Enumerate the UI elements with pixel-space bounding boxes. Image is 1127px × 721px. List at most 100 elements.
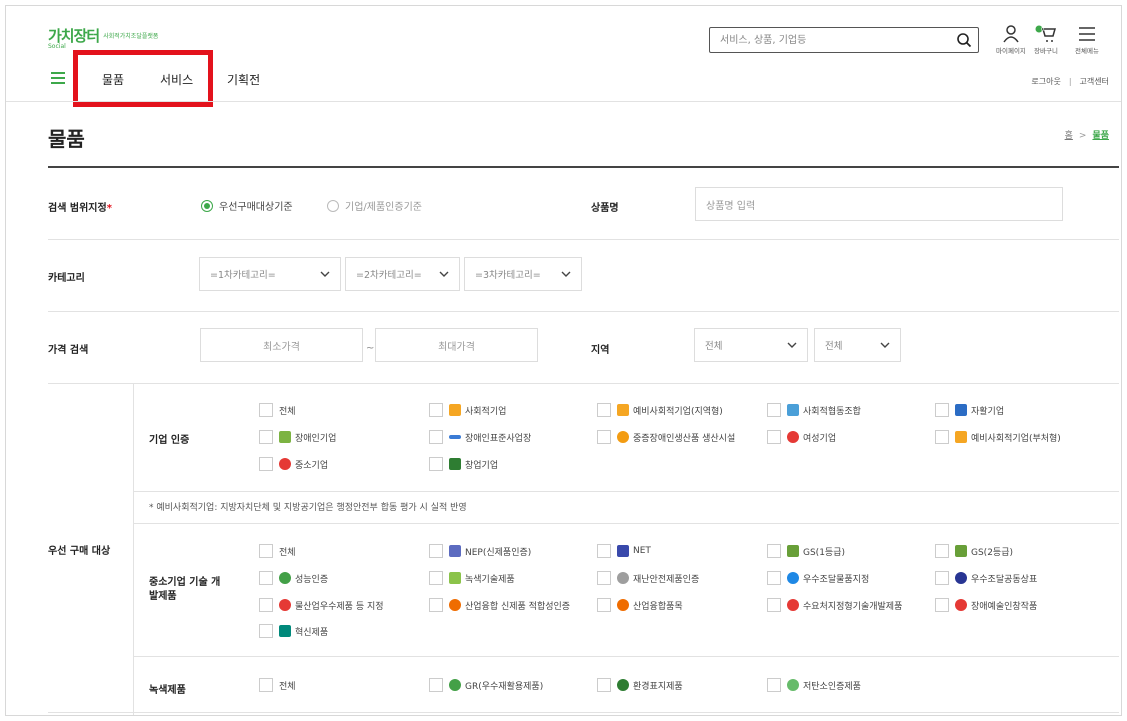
chevron-down-icon	[787, 342, 797, 348]
breadcrumb: 홈 > 물품	[1065, 128, 1109, 141]
breadcrumb-home[interactable]: 홈	[1065, 131, 1073, 141]
breadcrumb-current[interactable]: 물품	[1092, 131, 1109, 141]
select-value: =3차카테고리=	[475, 270, 541, 281]
row-divider	[48, 239, 1119, 240]
checkbox-label: 자활기업	[971, 406, 1005, 417]
row-divider	[134, 523, 1119, 524]
checkbox-box	[597, 403, 611, 417]
category-select-2[interactable]: =2차카테고리=	[345, 257, 460, 291]
region-select-1[interactable]: 전체	[694, 328, 808, 362]
scope-radio-cert[interactable]: 기업/제품인증기준	[327, 198, 422, 213]
checkbox-label: NEP(신제품인증)	[465, 547, 532, 558]
customer-center-link[interactable]: 고객센터	[1080, 77, 1109, 86]
gs-icon	[787, 545, 799, 557]
checkbox-box	[259, 403, 273, 417]
checkbox-label: 전체	[279, 681, 296, 692]
checkbox-water-industry[interactable]: 물산업우수제품 등 지정	[259, 598, 384, 612]
checkbox-eco-label[interactable]: 환경표지제품	[597, 678, 683, 692]
menu-icon	[1078, 27, 1095, 41]
priority-label: 우선 구매 대상	[48, 546, 111, 557]
checkbox-label: 전체	[279, 406, 296, 417]
gs-icon	[955, 545, 967, 557]
checkbox-box	[597, 571, 611, 585]
search-icon[interactable]	[956, 32, 972, 48]
checkbox-demand-tech[interactable]: 수요처지정형기술개발제품	[767, 598, 902, 612]
checkbox-green-tech[interactable]: 녹색기술제품	[429, 571, 515, 585]
nav-item-exhibition[interactable]: 기획전	[227, 71, 260, 88]
region-select-2[interactable]: 전체	[814, 328, 901, 362]
scope-radio-priority[interactable]: 우선구매대상기준	[201, 198, 293, 213]
checkbox-label: GS(2등급)	[971, 547, 1013, 558]
checkbox-box	[767, 598, 781, 612]
nep-icon	[449, 545, 461, 557]
cart-button[interactable]: 0 장바구니	[1034, 25, 1058, 55]
demand-tech-icon	[787, 599, 799, 611]
checkbox-industrial-convergence-cert[interactable]: 산업융합 신제품 적합성인증	[429, 598, 570, 612]
checkbox-gs2[interactable]: GS(2등급)	[935, 544, 1013, 558]
checkbox-box	[259, 678, 273, 692]
group-label-green: 녹색제품	[149, 685, 186, 696]
checkbox-box	[597, 678, 611, 692]
checkbox-nep[interactable]: NEP(신제품인증)	[429, 544, 531, 558]
checkbox-box	[935, 571, 949, 585]
region-label: 지역	[591, 345, 610, 356]
checkbox-prelim-social-regional[interactable]: 예비사회적기업(지역형)	[597, 403, 723, 417]
breadcrumb-arrow: >	[1078, 131, 1087, 141]
price-min-input[interactable]: 최소가격	[200, 328, 363, 362]
checkbox-startup[interactable]: 창업기업	[429, 457, 498, 471]
checkbox-label: 중소기업	[295, 460, 329, 471]
social-enterprise-icon	[449, 404, 461, 416]
global-search	[709, 27, 979, 53]
category-select-3[interactable]: =3차카테고리=	[464, 257, 582, 291]
checkbox-disaster-safety[interactable]: 재난안전제품인증	[597, 571, 699, 585]
product-name-label: 상품명	[591, 203, 619, 214]
checkbox-disabled-standard[interactable]: 장애인표준사업장	[429, 430, 531, 444]
excellent-procurement-icon	[787, 572, 799, 584]
checkbox-sme[interactable]: 중소기업	[259, 457, 328, 471]
checkbox-net[interactable]: NET	[597, 544, 651, 558]
radio-checked-icon	[201, 199, 213, 212]
eco-label-icon	[617, 679, 629, 691]
all-menu-button[interactable]: 전체메뉴	[1075, 25, 1099, 55]
checkbox-box	[259, 457, 273, 471]
checkbox-social-enterprise[interactable]: 사회적기업	[429, 403, 506, 417]
checkbox-label: 창업기업	[465, 460, 499, 471]
checkbox-disabled-art[interactable]: 장애예술인창작품	[935, 598, 1037, 612]
checkbox-innovation[interactable]: 혁신제품	[259, 624, 328, 638]
checkbox-severe-disabled-facility[interactable]: 중증장애인생산품 생산시설	[597, 430, 735, 444]
women-enterprise-icon	[787, 431, 799, 443]
checkbox-women-enterprise[interactable]: 여성기업	[767, 430, 836, 444]
radio-label: 우선구매대상기준	[219, 202, 293, 213]
checkbox-gr[interactable]: GR(우수재활용제품)	[429, 678, 543, 692]
checkbox-excellent-procurement[interactable]: 우수조달물품지정	[767, 571, 869, 585]
checkbox-self-support[interactable]: 자활기업	[935, 403, 1004, 417]
checkbox-company-all[interactable]: 전체	[259, 403, 296, 417]
checkbox-box	[935, 403, 949, 417]
hamburger-icon[interactable]	[51, 72, 65, 84]
category-label: 카테고리	[48, 273, 85, 284]
checkbox-box	[935, 598, 949, 612]
checkbox-performance-cert[interactable]: 성능인증	[259, 571, 328, 585]
mypage-button[interactable]: 마이페이지	[996, 25, 1026, 55]
checkbox-low-carbon[interactable]: 저탄소인증제품	[767, 678, 861, 692]
checkbox-social-coop[interactable]: 사회적협동조합	[767, 403, 861, 417]
mypage-label: 마이페이지	[996, 47, 1026, 55]
checkbox-disabled-enterprise[interactable]: 장애인기업	[259, 430, 336, 444]
severe-disabled-icon	[617, 431, 629, 443]
product-name-input[interactable]: 상품명 입력	[695, 187, 1063, 221]
row-divider	[134, 656, 1119, 657]
row-divider	[134, 491, 1119, 492]
search-input[interactable]	[720, 29, 955, 51]
category-select-1[interactable]: =1차카테고리=	[199, 257, 341, 291]
logout-link[interactable]: 로그아웃	[1031, 77, 1060, 86]
checkbox-label: 사회적기업	[465, 406, 507, 417]
checkbox-gs1[interactable]: GS(1등급)	[767, 544, 845, 558]
checkbox-prelim-social-ministry[interactable]: 예비사회적기업(부처형)	[935, 430, 1061, 444]
price-max-input[interactable]: 최대가격	[375, 328, 538, 362]
checkbox-green-all[interactable]: 전체	[259, 678, 296, 692]
checkbox-joint-brand[interactable]: 우수조달공동상표	[935, 571, 1037, 585]
checkbox-industrial-convergence-item[interactable]: 산업융합품목	[597, 598, 683, 612]
checkbox-label: 혁신제품	[295, 627, 329, 638]
checkbox-box	[429, 430, 443, 444]
checkbox-tech-all[interactable]: 전체	[259, 544, 296, 558]
